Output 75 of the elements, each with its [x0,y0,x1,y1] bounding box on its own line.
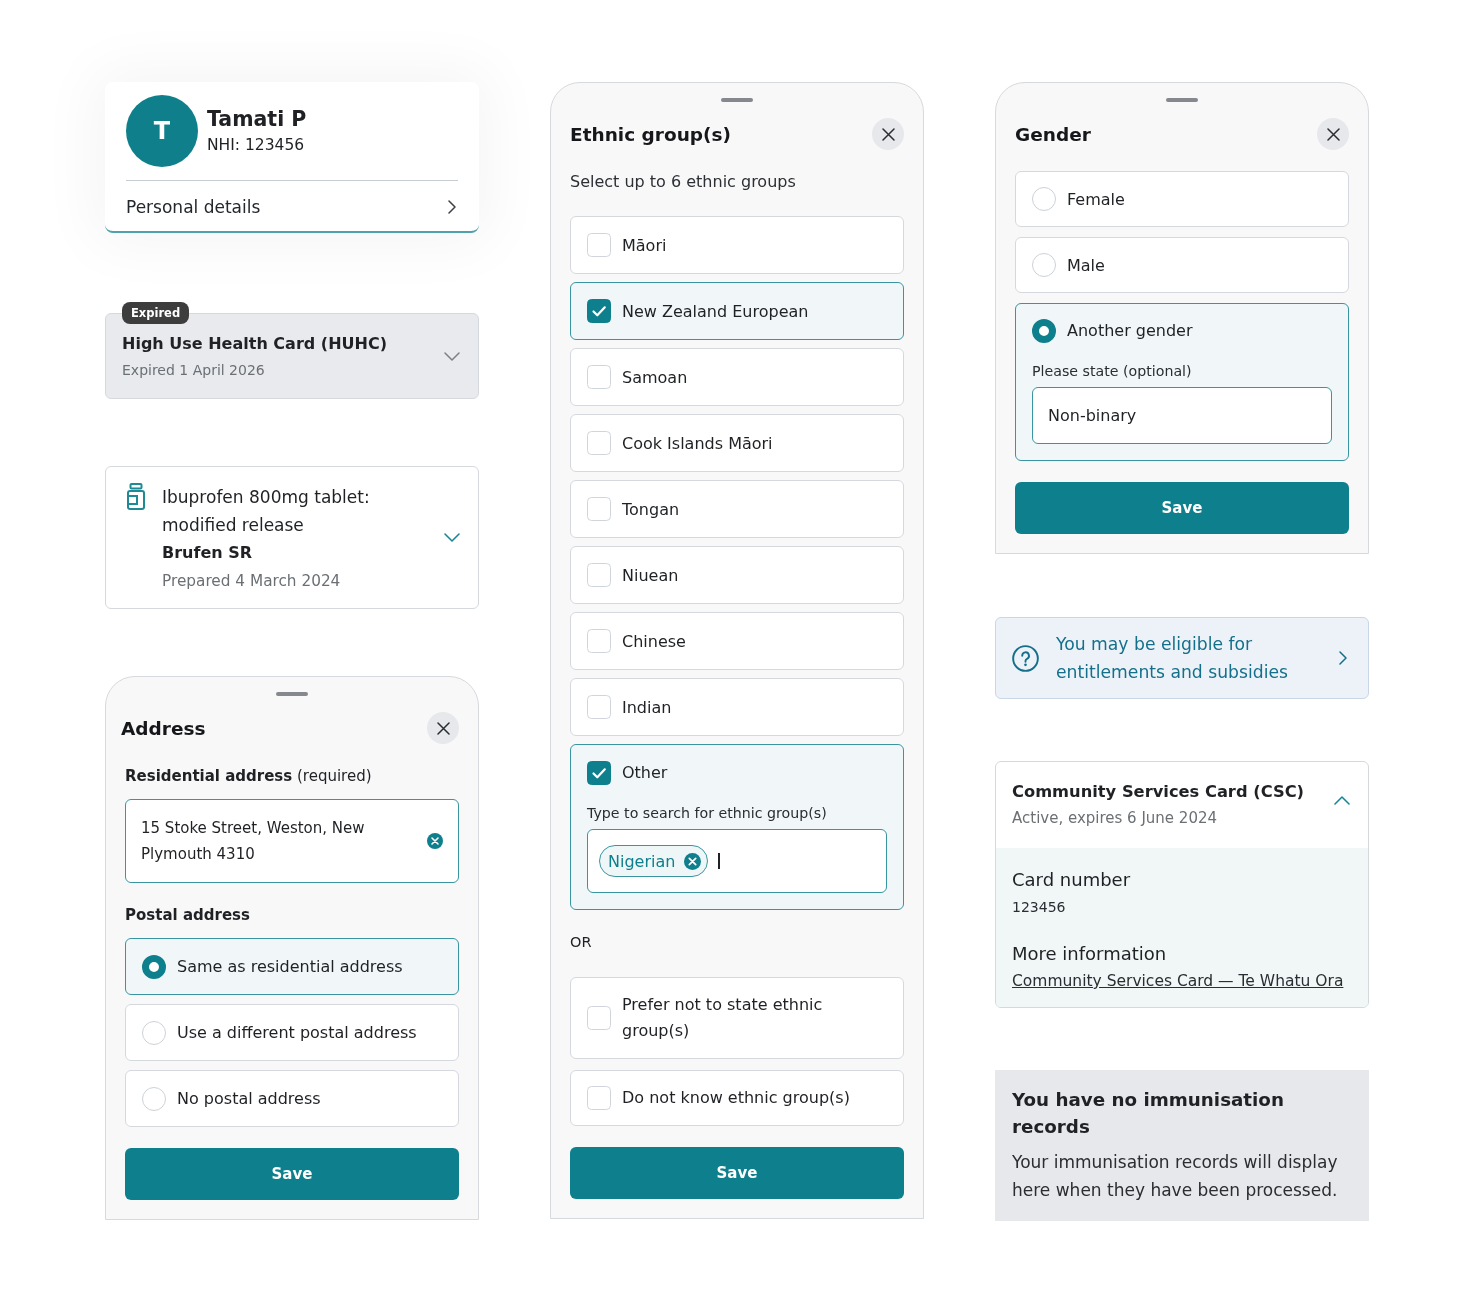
brand-name: Brufen SR [162,542,254,564]
nhi-number: NHI: 123456 [207,135,306,156]
card-title: High Use Health Card (HUHC) [122,333,387,355]
ethnic-option[interactable]: Other [587,761,887,785]
gender-option[interactable]: Male [1015,237,1349,293]
ethnic-option[interactable]: Samoan [570,348,904,406]
save-button[interactable]: Save [1015,482,1349,534]
text-cursor [718,853,721,869]
medicine-bottle-icon [127,483,145,510]
ethnic-tag[interactable]: Nigerian [599,845,709,877]
ethnic-option[interactable]: Niuean [570,546,904,604]
sheet-title: Ethnic group(s) [570,123,731,145]
info-link[interactable]: Community Services Card — Te Whatu Ora [1012,969,1344,993]
drag-handle[interactable] [721,98,753,102]
postal-address-label: Postal address [125,905,251,926]
gender-option[interactable]: Another gender [1032,319,1332,343]
checkbox[interactable] [587,761,611,785]
detail-label: Card number [1012,868,1132,892]
card-expiry: Expired 1 April 2026 [122,361,266,380]
chevron-right-icon [1339,651,1347,665]
empty-state-message: Your immunisation records will display here when they have been processed. [1012,1151,1339,1202]
close-button[interactable] [872,118,904,150]
ethnic-option[interactable]: New Zealand European [570,282,904,340]
close-icon [1326,127,1340,141]
eligibility-link[interactable]: You may be eligible for entitlements and subsidies [995,617,1369,699]
ethnic-option[interactable]: Prefer not to state ethnic group(s) [570,977,904,1059]
card-status: Active, expires 6 June 2024 [1012,808,1219,829]
radio-button[interactable] [1032,319,1056,343]
ethnic-search-field[interactable]: Nigerian [587,829,887,893]
sheet-title: Gender [1015,123,1091,145]
drag-handle[interactable] [1166,98,1198,102]
gender-text-field[interactable]: Non-binary [1032,387,1332,444]
ethnic-option[interactable]: Cook Islands Māori [570,414,904,472]
avatar: T [126,95,198,167]
personal-details-link[interactable]: Personal details [126,181,458,232]
clear-icon[interactable] [427,833,443,849]
drag-handle[interactable] [276,692,308,696]
close-icon [881,127,895,141]
field-label: Please state (optional) [1032,362,1193,381]
help-icon [1012,644,1039,672]
chevron-icon[interactable] [1334,795,1350,805]
chevron-icon[interactable] [444,533,460,542]
ethnic-option[interactable]: Māori [570,216,904,274]
address-field[interactable]: 15 Stoke Street, Weston, New Plymouth 4310 [125,799,459,883]
prepared-date: Prepared 4 March 2024 [162,571,342,592]
residential-address-label: Residential address (required) [125,766,373,787]
card-title: Community Services Card (CSC) [1012,781,1305,803]
ethnic-option[interactable]: Chinese [570,612,904,670]
gender-option[interactable]: Female [1015,171,1349,227]
close-button[interactable] [427,712,459,744]
save-button[interactable]: Save [125,1148,459,1200]
postal-option[interactable]: Use a different postal address [125,1004,459,1061]
patient-name: Tamati P [207,106,307,133]
expired-badge: Expired [122,302,190,324]
ethnic-option[interactable]: Do not know ethnic group(s) [570,1070,904,1126]
medication-name: Ibuprofen 800mg tablet: modified release [162,486,371,537]
sheet-title: Address [121,717,206,739]
detail-value: 123456 [1012,898,1067,917]
separator-text: OR [570,933,593,952]
chevron-icon[interactable] [444,351,460,361]
close-button[interactable] [1317,118,1349,150]
remove-icon[interactable] [684,852,702,870]
ethnic-option[interactable]: Indian [570,678,904,736]
postal-option[interactable]: No postal address [125,1070,459,1127]
save-button[interactable]: Save [570,1147,904,1199]
instruction-text: Select up to 6 ethnic groups [570,171,797,193]
close-icon [436,721,450,735]
detail-label: More information [1012,942,1168,966]
radio-button[interactable] [142,954,166,979]
ethnic-option[interactable]: Tongan [570,480,904,538]
chevron-right-icon [448,199,456,214]
empty-state-title: You have no immunisation records [1012,1088,1285,1139]
checkbox[interactable] [587,299,611,323]
field-label: Type to search for ethnic group(s) [587,804,828,823]
postal-option[interactable]: Same as residential address [125,938,459,995]
